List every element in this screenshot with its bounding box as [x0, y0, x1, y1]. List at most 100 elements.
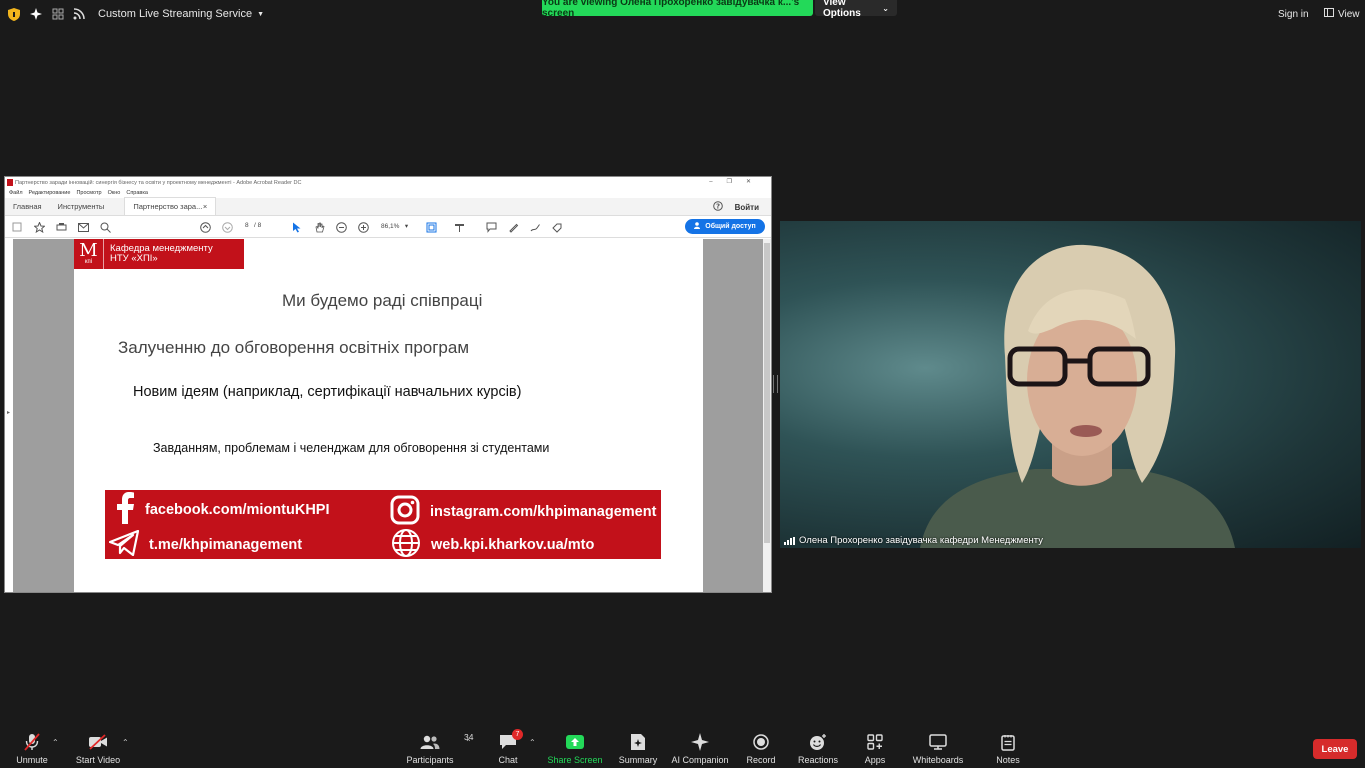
- telegram-link: t.me/khpimanagement: [149, 537, 303, 553]
- acrobat-menu-bar: Файл Редактирование Просмотр Окно Справк…: [5, 188, 771, 198]
- ai-companion-button[interactable]: AI Companion: [665, 732, 735, 765]
- audio-options-chevron-icon[interactable]: ⌃: [52, 738, 59, 747]
- shield-icon[interactable]: [6, 6, 22, 22]
- menu-help[interactable]: Справка: [126, 190, 148, 196]
- participant-video-tile[interactable]: Олена Прохоренко завідувачка кафедри Мен…: [780, 221, 1361, 548]
- zoom-level-value: 86,1%: [381, 223, 400, 230]
- menu-view[interactable]: Просмотр: [76, 190, 101, 196]
- print-icon[interactable]: [55, 221, 67, 233]
- page-indicator[interactable]: 8 / 8: [245, 222, 261, 229]
- instagram-icon: [390, 495, 420, 529]
- panel-expand-arrow-icon[interactable]: ▸: [7, 409, 10, 416]
- facebook-contact[interactable]: facebook.com/miontuKHPI: [115, 492, 330, 528]
- apps-grid-icon[interactable]: [50, 6, 66, 22]
- svg-text:?: ?: [716, 203, 720, 211]
- scroll-mode-icon[interactable]: [453, 221, 465, 233]
- tab-document[interactable]: Партнерство зара... ×: [124, 197, 217, 215]
- contacts-banner: facebook.com/miontuKHPI instagram.com/kh…: [105, 490, 661, 559]
- zoom-in-icon[interactable]: [357, 221, 369, 233]
- apps-button[interactable]: Apps: [840, 732, 910, 765]
- apps-label: Apps: [864, 755, 886, 765]
- page-current[interactable]: 8: [245, 222, 249, 229]
- participants-icon: 34: [420, 732, 473, 752]
- chat-icon: 7: [499, 729, 523, 752]
- rss-icon[interactable]: [71, 6, 87, 22]
- streaming-service-dropdown[interactable]: Custom Live Streaming Service ▼: [92, 4, 270, 24]
- pdf-page: М кпі Кафедра менеджменту НТУ «ХПІ» Ми б…: [74, 239, 703, 592]
- vertical-scrollbar[interactable]: [763, 239, 771, 592]
- ai-companion-label: AI Companion: [671, 755, 729, 765]
- split-view-drag-handle[interactable]: [773, 375, 778, 393]
- menu-window[interactable]: Окно: [108, 190, 121, 196]
- video-options-chevron-icon[interactable]: ⌃: [122, 738, 129, 747]
- chat-options-chevron-icon[interactable]: ⌃: [529, 738, 536, 747]
- share-document-button[interactable]: Общий доступ: [685, 219, 765, 234]
- hand-tool-icon[interactable]: [313, 221, 325, 233]
- reactions-label: Reactions: [797, 755, 839, 765]
- page-down-icon[interactable]: [221, 221, 233, 233]
- leave-meeting-button[interactable]: Leave: [1313, 739, 1357, 759]
- acrobat-login-area: ? Войти: [712, 201, 759, 213]
- window-controls[interactable]: –❐✕: [709, 178, 765, 185]
- share-screen-button[interactable]: Share Screen: [540, 732, 610, 765]
- menu-edit[interactable]: Редактирование: [29, 190, 71, 196]
- sign-in-button[interactable]: Sign in: [1270, 4, 1317, 24]
- acrobat-toolbar: 8 / 8 86,1% ▾ Общий доступ: [5, 216, 771, 238]
- record-label: Record: [746, 755, 776, 765]
- participants-options-chevron-icon[interactable]: ⌃: [465, 738, 472, 747]
- notes-button[interactable]: Notes: [973, 732, 1043, 765]
- tab-home[interactable]: Главная: [5, 197, 50, 215]
- participants-button[interactable]: 34 Participants: [395, 732, 473, 765]
- logo-letter: М: [79, 240, 98, 261]
- globe-icon: [391, 528, 421, 562]
- participants-label: Participants: [406, 755, 454, 765]
- draw-icon[interactable]: [529, 221, 541, 233]
- instagram-contact[interactable]: instagram.com/khpimanagement: [390, 495, 656, 529]
- whiteboard-icon: [929, 732, 947, 752]
- department-logo: М кпі Кафедра менеджменту НТУ «ХПІ»: [74, 239, 244, 269]
- bookmark-star-icon[interactable]: [33, 221, 45, 233]
- document-viewport[interactable]: М кпі Кафедра менеджменту НТУ «ХПІ» Ми б…: [7, 239, 763, 592]
- login-button[interactable]: Войти: [735, 203, 759, 212]
- start-video-button[interactable]: Start Video: [63, 732, 133, 765]
- comment-icon[interactable]: [485, 221, 497, 233]
- sparkle-icon[interactable]: [28, 6, 44, 22]
- whiteboards-button[interactable]: Whiteboards: [903, 732, 973, 765]
- view-button[interactable]: View: [1318, 4, 1365, 24]
- summary-label: Summary: [618, 755, 658, 765]
- highlight-pen-icon[interactable]: [507, 221, 519, 233]
- instagram-link: instagram.com/khpimanagement: [430, 504, 657, 520]
- view-options-label: View Options: [823, 0, 861, 19]
- save-icon[interactable]: [11, 221, 23, 233]
- share-screen-label: Share Screen: [547, 755, 603, 765]
- fit-page-icon[interactable]: [425, 221, 437, 233]
- chat-unread-badge: 7: [512, 729, 523, 740]
- fill-sign-icon[interactable]: [551, 221, 563, 233]
- telegram-icon: [108, 529, 140, 560]
- chat-button[interactable]: 7 Chat: [473, 729, 543, 765]
- website-contact[interactable]: web.kpi.kharkov.ua/mto: [391, 528, 594, 562]
- scrollbar-thumb[interactable]: [764, 243, 770, 543]
- menu-file[interactable]: Файл: [9, 190, 23, 196]
- zoom-out-icon[interactable]: [335, 221, 347, 233]
- slide-heading: Ми будемо раді співпраці: [282, 291, 483, 310]
- tab-tools-label: Инструменты: [57, 201, 105, 211]
- email-icon[interactable]: [77, 221, 89, 233]
- page-up-icon[interactable]: [199, 221, 211, 233]
- close-tab-icon[interactable]: ×: [203, 202, 207, 211]
- share-user-icon: [694, 222, 702, 231]
- tab-tools[interactable]: Инструменты: [50, 197, 113, 215]
- search-icon[interactable]: [99, 221, 111, 233]
- view-label: View: [1338, 8, 1360, 20]
- zoom-level-select[interactable]: 86,1% ▾: [381, 222, 408, 230]
- summary-document-icon: [630, 732, 646, 752]
- telegram-contact[interactable]: t.me/khpimanagement: [108, 529, 303, 560]
- select-cursor-icon[interactable]: [291, 221, 303, 233]
- summary-button[interactable]: Summary: [603, 732, 673, 765]
- help-icon[interactable]: ?: [712, 201, 723, 213]
- view-options-button[interactable]: View Options ⌄: [815, 0, 897, 19]
- meeting-toolbar: Unmute ⌃ Start Video ⌃ 34 Participants ⌃…: [0, 728, 1365, 768]
- acrobat-tabs: Главная Инструменты Партнерство зара... …: [5, 197, 771, 216]
- unmute-button[interactable]: Unmute: [0, 732, 67, 765]
- participant-name: Олена Прохоренко завідувачка кафедри Мен…: [799, 535, 1043, 546]
